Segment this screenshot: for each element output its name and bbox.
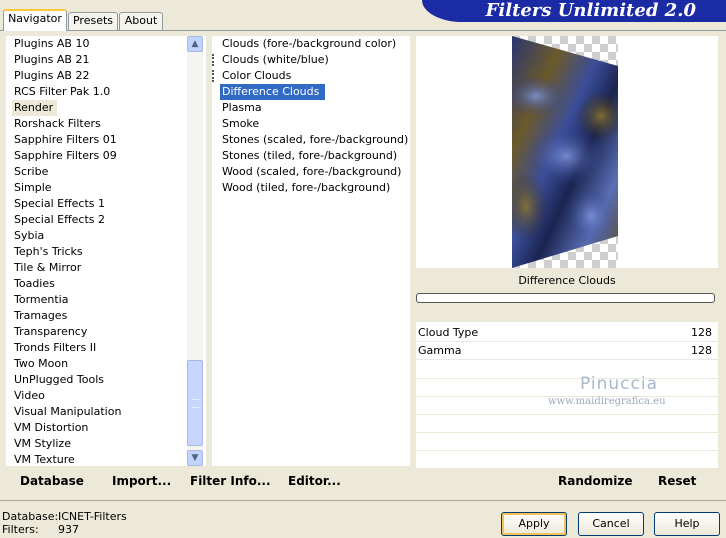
- filter-item[interactable]: Stones (scaled, fore-/background): [220, 132, 408, 148]
- cancel-button[interactable]: Cancel: [578, 512, 644, 536]
- category-item[interactable]: Plugins AB 10: [12, 36, 182, 52]
- category-item[interactable]: Sybia: [12, 228, 182, 244]
- category-item[interactable]: RCS Filter Pak 1.0: [12, 84, 182, 100]
- category-item[interactable]: Tormentia: [12, 292, 182, 308]
- brand-logo: Filters Unlimited 2.0: [422, 0, 726, 22]
- reset-button[interactable]: Reset: [658, 474, 696, 488]
- category-item[interactable]: VM Texture: [12, 452, 182, 468]
- filter-item[interactable]: Color Clouds: [220, 68, 408, 84]
- category-item[interactable]: Rorshack Filters: [12, 116, 182, 132]
- category-item[interactable]: Plugins AB 21: [12, 52, 182, 68]
- help-button[interactable]: Help: [654, 512, 720, 536]
- category-item[interactable]: Simple: [12, 180, 182, 196]
- filter-item[interactable]: Clouds (fore-/background color): [220, 36, 408, 52]
- param-gamma[interactable]: Gamma 128: [416, 342, 718, 360]
- status-filters-label: Filters:: [2, 523, 39, 536]
- tab-bar: Navigator Presets About Filters Unlimite…: [0, 0, 726, 31]
- category-item[interactable]: Tile & Mirror: [12, 260, 182, 276]
- favorite-marker-icon: [212, 70, 216, 82]
- param-divider: [416, 450, 718, 451]
- category-item[interactable]: VM Stylize: [12, 436, 182, 452]
- toolbar-right: Randomize Reset: [416, 470, 718, 496]
- param-label: Gamma: [418, 344, 462, 357]
- category-item[interactable]: Special Effects 2: [12, 212, 182, 228]
- category-scrollbar[interactable]: ▲ ▼: [187, 36, 203, 466]
- preview-image: [512, 36, 618, 268]
- tab-about[interactable]: About: [119, 12, 163, 30]
- database-button[interactable]: Database: [20, 474, 84, 488]
- category-item[interactable]: Toadies: [12, 276, 182, 292]
- tab-presets[interactable]: Presets: [68, 12, 118, 30]
- watermark-name: Pinuccia: [580, 374, 658, 394]
- filter-item[interactable]: Wood (tiled, fore-/background): [220, 180, 408, 196]
- filter-item[interactable]: Wood (scaled, fore-/background): [220, 164, 408, 180]
- category-item[interactable]: Tramages: [12, 308, 182, 324]
- filter-info-button[interactable]: Filter Info...: [190, 474, 271, 488]
- apply-button[interactable]: Apply: [501, 512, 567, 536]
- param-cloud-type[interactable]: Cloud Type 128: [416, 324, 718, 342]
- scroll-down-icon[interactable]: ▼: [187, 450, 203, 466]
- category-item[interactable]: Render: [12, 100, 58, 116]
- param-divider: [416, 432, 718, 433]
- category-item[interactable]: Special Effects 1: [12, 196, 182, 212]
- category-item[interactable]: Transparency: [12, 324, 182, 340]
- filter-item[interactable]: Smoke: [220, 116, 408, 132]
- param-divider: [416, 414, 718, 415]
- category-item[interactable]: Sapphire Filters 01: [12, 132, 182, 148]
- preview-filter-title: Difference Clouds: [518, 274, 616, 287]
- filter-list[interactable]: Clouds (fore-/background color) Clouds (w…: [212, 36, 408, 466]
- param-divider: [416, 378, 718, 379]
- bottom-separator: [0, 500, 726, 501]
- editor-button[interactable]: Editor...: [288, 474, 341, 488]
- category-item[interactable]: UnPlugged Tools: [12, 372, 182, 388]
- toolbar-left: Database Import... Filter Info... Editor…: [6, 470, 410, 496]
- category-item[interactable]: Scribe: [12, 164, 182, 180]
- category-list[interactable]: Plugins AB 10 Plugins AB 21 Plugins AB 22 R…: [12, 36, 182, 468]
- progress-bar: [416, 293, 715, 303]
- category-item[interactable]: Visual Manipulation: [12, 404, 182, 420]
- filter-item[interactable]: Plasma: [220, 100, 408, 116]
- status-area: Database:ICNET-Filters Filters: 937: [2, 510, 127, 536]
- category-item[interactable]: Two Moon: [12, 356, 182, 372]
- filter-item[interactable]: Clouds (white/blue): [220, 52, 408, 68]
- category-item[interactable]: Plugins AB 22: [12, 68, 182, 84]
- watermark-site: www.maidiregrafica.eu: [548, 396, 666, 407]
- filter-item[interactable]: Stones (tiled, fore-/background): [220, 148, 408, 164]
- preview-area: [416, 36, 718, 268]
- status-filters-value: 937: [58, 523, 79, 536]
- status-db-value: ICNET-Filters: [58, 510, 127, 523]
- param-value[interactable]: 128: [691, 344, 712, 357]
- category-item[interactable]: VM Distortion: [12, 420, 182, 436]
- scroll-up-icon[interactable]: ▲: [187, 36, 203, 52]
- filter-item[interactable]: Difference Clouds: [220, 84, 326, 100]
- tab-divider: [0, 30, 726, 31]
- tab-navigator[interactable]: Navigator: [3, 9, 67, 31]
- param-label: Cloud Type: [418, 326, 479, 339]
- import-button[interactable]: Import...: [112, 474, 171, 488]
- parameter-panel: Cloud Type 128 Gamma 128: [416, 322, 718, 468]
- status-db-label: Database:: [2, 510, 59, 523]
- category-item[interactable]: Video: [12, 388, 182, 404]
- randomize-button[interactable]: Randomize: [558, 474, 632, 488]
- favorite-marker-icon: [212, 54, 216, 66]
- category-item[interactable]: Teph's Tricks: [12, 244, 182, 260]
- category-item[interactable]: Sapphire Filters 09: [12, 148, 182, 164]
- category-item[interactable]: Tronds Filters II: [12, 340, 182, 356]
- param-value[interactable]: 128: [691, 326, 712, 339]
- scroll-thumb[interactable]: [187, 360, 203, 446]
